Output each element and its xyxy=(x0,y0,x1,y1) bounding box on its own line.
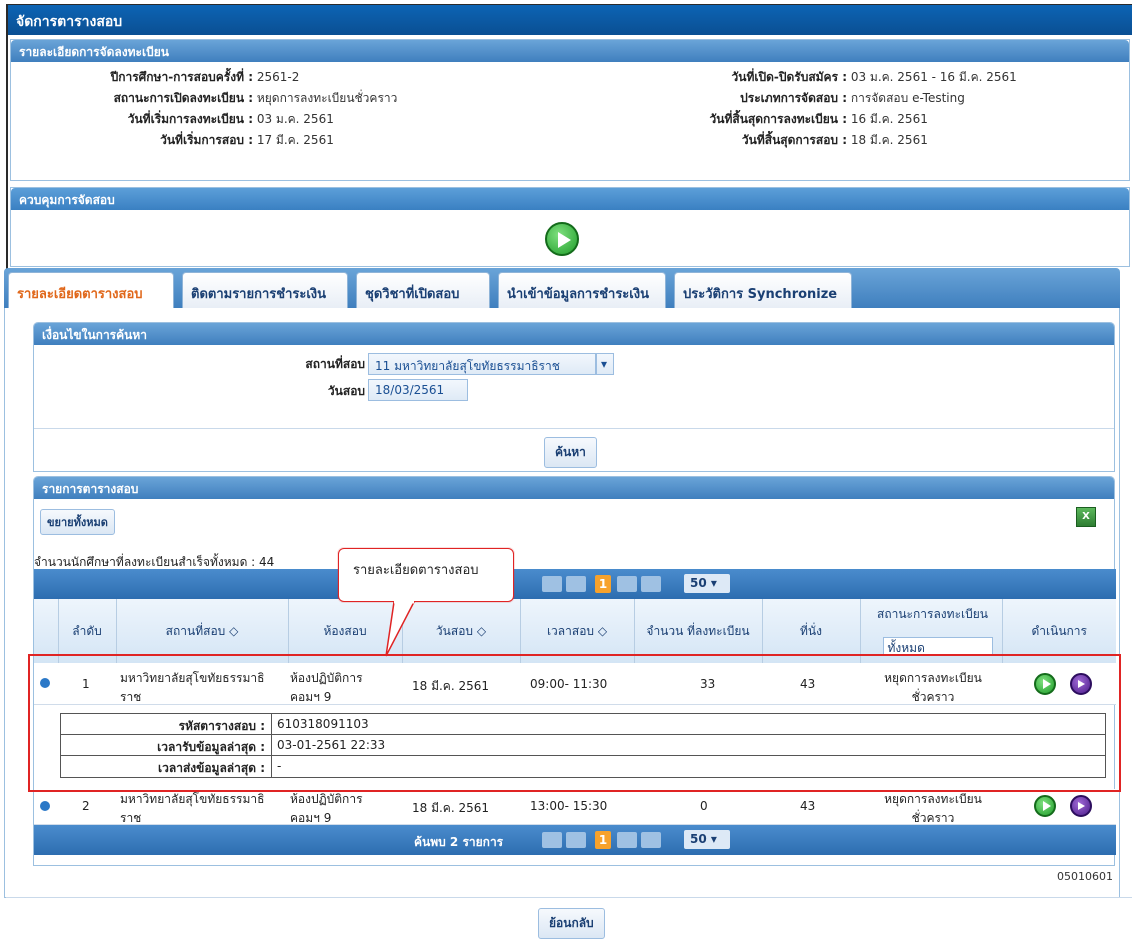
row-location: มหาวิทยาลัยสุโขทัยธรรมาธิราช xyxy=(120,792,265,825)
window-title: จัดการตารางสอบ xyxy=(8,5,1132,35)
location-label: สถานที่สอบ : xyxy=(305,357,374,371)
sync-icon[interactable] xyxy=(1070,795,1092,817)
divider xyxy=(34,428,1114,429)
location-select[interactable]: 11 มหาวิทยาลัยสุโขทัยธรรมาธิราช ▾ xyxy=(368,353,614,375)
status-filter[interactable]: ทั้งหมด xyxy=(882,637,993,655)
tab-panel: เงื่อนไขในการค้นหา สถานที่สอบ : 11 มหาวิ… xyxy=(4,308,1120,898)
page-size-select[interactable]: 50 ▾ xyxy=(684,574,730,593)
next-page-icon[interactable] xyxy=(617,832,637,848)
page-code: 05010601 xyxy=(1057,870,1113,883)
pager-bottom: ค้นพบ 2 รายการ 1 50 ▾ xyxy=(34,825,1116,855)
page-size-value: 50 xyxy=(690,576,707,590)
reg-field-status: สถานะการเปิดลงทะเบียน : หยุดการลงทะเบียน… xyxy=(113,91,398,105)
last-page-icon[interactable] xyxy=(641,576,661,592)
control-section: ควบคุมการจัดสอบ xyxy=(10,187,1130,267)
reg-field-start-exam: วันที่เริ่มการสอบ : 17 มี.ค. 2561 xyxy=(160,133,334,147)
callout-pointer xyxy=(385,600,416,657)
reg-field-end-exam: วันที่สิ้นสุดการสอบ : 18 มี.ค. 2561 xyxy=(741,133,928,147)
row-seats: 43 xyxy=(800,799,816,813)
found-count: ค้นพบ 2 รายการ xyxy=(414,835,504,849)
first-page-icon[interactable] xyxy=(542,832,562,848)
date-input[interactable]: 18/03/2561 xyxy=(368,379,468,401)
col-status-label: สถานะการลงทะเบียน xyxy=(877,607,988,621)
exam-grid: 1 50 ▾ ลำดับ สถานที่สอบ ◇ ห้องสอบ วันสอบ… xyxy=(34,569,1116,855)
current-page[interactable]: 1 xyxy=(595,831,611,849)
search-header: เงื่อนไขในการค้นหา xyxy=(34,323,1114,345)
next-page-icon[interactable] xyxy=(617,576,637,592)
expand-all-button[interactable]: ขยายทั้งหมด xyxy=(40,509,115,535)
reg-field-year: ปีการศึกษา-การสอบครั้งที่ : 2561-2 xyxy=(110,70,300,84)
back-button[interactable]: ย้อนกลับ xyxy=(538,908,605,939)
current-page[interactable]: 1 xyxy=(595,575,611,593)
prev-page-icon[interactable] xyxy=(566,576,586,592)
registration-section: รายละเอียดการจัดลงทะเบียน ปีการศึกษา-การ… xyxy=(10,39,1130,181)
pager-top: 1 50 ▾ xyxy=(34,569,1116,599)
date-label: วันสอบ : xyxy=(327,384,374,398)
row-room: ห้องปฏิบัติการคอมฯ 9 xyxy=(290,792,363,825)
play-icon[interactable] xyxy=(545,222,579,256)
tab-import-payment[interactable]: นำเข้าข้อมูลการชำระเงิน xyxy=(498,272,666,308)
prev-page-icon[interactable] xyxy=(566,832,586,848)
highlight-box xyxy=(28,654,1121,792)
search-button[interactable]: ค้นหา xyxy=(544,437,597,468)
reg-field-start-reg: วันที่เริ่มการลงทะเบียน : 03 ม.ค. 2561 xyxy=(127,112,334,126)
callout: รายละเอียดตารางสอบ xyxy=(338,548,514,602)
reg-field-end-reg: วันที่สิ้นสุดการลงทะเบียน : 16 มี.ค. 256… xyxy=(709,112,928,126)
registration-header: รายละเอียดการจัดลงทะเบียน xyxy=(11,40,1129,62)
play-icon[interactable] xyxy=(1034,795,1056,817)
tab-bar: รายละเอียดตารางสอบ ติดตามรายการชำระเงิน … xyxy=(4,268,1120,308)
tab-exam-details[interactable]: รายละเอียดตารางสอบ xyxy=(8,272,174,308)
tab-payment-tracking[interactable]: ติดตามรายการชำระเงิน xyxy=(182,272,348,308)
row-date: 18 มี.ค. 2561 xyxy=(412,801,490,815)
reg-field-open-close: วันที่เปิด-ปิดรับสมัคร : 03 ม.ค. 2561 - … xyxy=(731,70,1017,84)
location-select-value: 11 มหาวิทยาลัยสุโขทัยธรรมาธิราช xyxy=(368,353,596,375)
table-row[interactable]: 2 มหาวิทยาลัยสุโขทัยธรรมาธิราช ห้องปฏิบั… xyxy=(34,789,1116,825)
control-header: ควบคุมการจัดสอบ xyxy=(11,188,1129,210)
tab-open-subjects[interactable]: ชุดวิชาที่เปิดสอบ xyxy=(356,272,490,308)
chevron-down-icon[interactable]: ▾ xyxy=(596,353,614,375)
search-section: เงื่อนไขในการค้นหา สถานที่สอบ : 11 มหาวิ… xyxy=(33,322,1115,472)
row-time: 13:00- 15:30 xyxy=(530,799,608,813)
page-size-select[interactable]: 50 ▾ xyxy=(684,830,730,849)
row-no: 2 xyxy=(82,799,90,813)
row-status: หยุดการลงทะเบียนชั่วคราว xyxy=(884,792,982,825)
first-page-icon[interactable] xyxy=(542,576,562,592)
exam-list-header: รายการตารางสอบ xyxy=(34,477,1114,499)
expand-icon[interactable] xyxy=(40,801,50,811)
excel-icon[interactable]: X xyxy=(1076,507,1096,527)
reg-field-type: ประเภทการจัดสอบ : การจัดสอบ e-Testing xyxy=(740,91,965,105)
page-size-value: 50 xyxy=(690,832,707,846)
tab-sync-history[interactable]: ประวัติการ Synchronize xyxy=(674,272,852,308)
registration-body: ปีการศึกษา-การสอบครั้งที่ : 2561-2 สถานะ… xyxy=(11,62,1129,180)
row-registered: 0 xyxy=(700,799,708,813)
footer: ย้อนกลับ xyxy=(6,897,1132,939)
last-page-icon[interactable] xyxy=(641,832,661,848)
